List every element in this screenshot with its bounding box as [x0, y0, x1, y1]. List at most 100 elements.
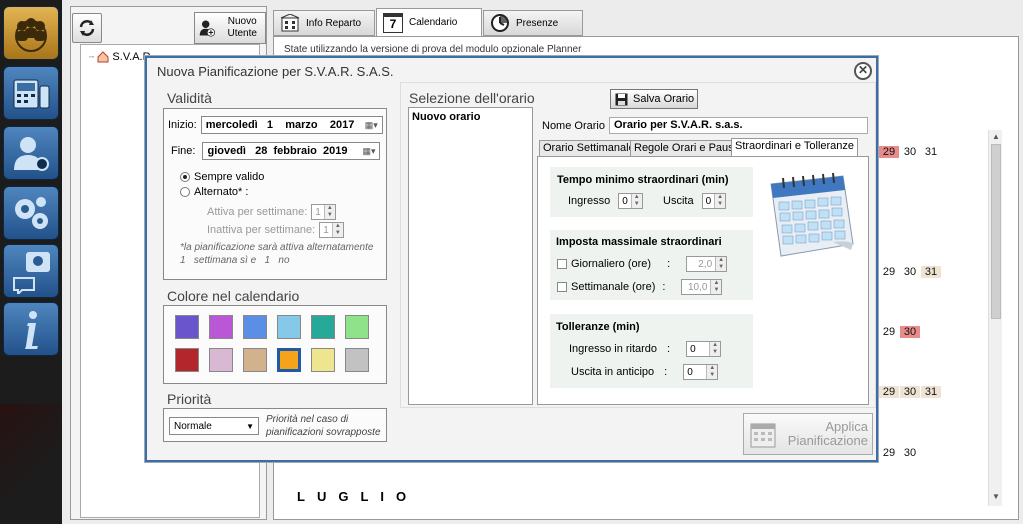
color-swatch[interactable] [209, 348, 233, 372]
start-date-picker[interactable]: mercoledì 1 marzo 2017 ▦▾ [200, 116, 383, 134]
calendar-day[interactable]: 30 [900, 146, 920, 158]
new-user-label: Nuovo Utente [227, 16, 257, 39]
color-swatch[interactable] [243, 315, 267, 339]
late-entry-stepper[interactable]: 0 ▲ ▼ [686, 341, 722, 357]
calendar-day[interactable]: 30 [900, 326, 920, 338]
support-chat-icon[interactable] [3, 244, 59, 298]
late-entry-row: Ingresso in ritardo : 0 ▲ ▼ [569, 341, 722, 357]
terminal-icon[interactable] [3, 66, 59, 120]
apply-planning-button[interactable]: Applica Pianificazione [743, 413, 873, 455]
schedule-list[interactable]: Nuovo orario [408, 107, 533, 405]
priority-select[interactable]: Normale ▼ [169, 417, 259, 435]
color-swatch[interactable] [277, 315, 301, 339]
apply-label-line2: Pianificazione [787, 433, 868, 448]
calendar-day[interactable]: 30 [900, 266, 920, 278]
calendar-day[interactable]: 29 [879, 146, 899, 158]
schedule-name-input[interactable]: Orario per S.V.A.R. s.a.s. [609, 117, 868, 134]
weekly-max-stepper[interactable]: 10,0 ▲ ▼ [681, 279, 723, 295]
overtime-exit-label: Uscita [663, 195, 694, 207]
end-date-picker[interactable]: giovedì 28 febbraio 2019 ▦▾ [202, 142, 381, 160]
radio-always-valid[interactable] [180, 172, 190, 182]
calendar-day[interactable]: 31 [921, 146, 941, 158]
calendar-dropdown-icon[interactable]: ▦▾ [362, 146, 375, 157]
stepper-arrows-icon[interactable]: ▲ ▼ [715, 257, 727, 271]
calendar-scrollbar[interactable]: ▲ ▼ [988, 130, 1002, 506]
color-swatch[interactable] [311, 348, 335, 372]
calendar-day[interactable]: 29 [879, 266, 899, 278]
daily-max-stepper[interactable]: 2,0 ▲ ▼ [686, 256, 728, 272]
active-weeks-stepper[interactable]: 1 ▲ ▼ [311, 204, 336, 220]
tab-label: Info Reparto [306, 17, 362, 29]
close-icon: ✕ [857, 63, 869, 77]
color-swatch[interactable] [345, 348, 369, 372]
tab-calendario[interactable]: 7 Calendario [376, 8, 482, 36]
color-swatch[interactable] [277, 348, 301, 372]
stepper-arrows-icon[interactable]: ▲ ▼ [714, 194, 726, 208]
stepper-arrows-icon[interactable]: ▲ ▼ [630, 194, 642, 208]
calendar-dropdown-icon[interactable]: ▦▾ [365, 120, 378, 131]
sidebar [0, 0, 62, 524]
weekly-max-checkbox[interactable] [557, 282, 567, 292]
calendar-day[interactable]: 29 [879, 447, 899, 459]
tab-presenze[interactable]: Presenze [483, 10, 583, 36]
scroll-up-icon[interactable]: ▲ [992, 132, 1000, 141]
color-swatch[interactable] [311, 315, 335, 339]
subtab-overtime[interactable]: Straordinari e Tolleranze [731, 138, 859, 157]
user-key-icon[interactable] [3, 126, 59, 180]
inactive-weeks-row: Inattiva per settimane: 1 ▲ ▼ [207, 222, 344, 238]
stepper-arrows-icon[interactable]: ▲ ▼ [323, 205, 335, 219]
stepper-arrows-icon[interactable]: ▲ ▼ [709, 342, 721, 356]
calendar-day[interactable]: 30 [900, 386, 920, 398]
color-swatch[interactable] [243, 348, 267, 372]
alternate-label: Alternato* : [194, 186, 249, 198]
daily-max-checkbox[interactable] [557, 259, 567, 269]
stepper-arrows-icon[interactable]: ▲ ▼ [706, 365, 718, 379]
tolerance-title: Tolleranze (min) [556, 321, 640, 333]
active-weeks-row: Attiva per settimane: 1 ▲ ▼ [207, 204, 336, 220]
radio-alternate[interactable] [180, 187, 190, 197]
early-exit-stepper[interactable]: 0 ▲ ▼ [683, 364, 719, 380]
weekly-max-row: Settimanale (ore) : 10,0 ▲ ▼ [557, 279, 723, 295]
calendar-row: 29 30 31 [879, 146, 942, 158]
refresh-icon [79, 20, 95, 36]
calendar-grid-icon [750, 423, 776, 448]
subtab-weekly[interactable]: Orario Settimanale [539, 140, 639, 157]
gears-icon[interactable] [3, 186, 59, 240]
subtab-rules[interactable]: Regole Orari e Pause [630, 140, 744, 157]
always-valid-option[interactable]: Sempre valido [180, 171, 264, 183]
apply-planning-label: Applica Pianificazione [784, 420, 868, 448]
save-schedule-button[interactable]: Salva Orario [610, 89, 698, 109]
scroll-thumb[interactable] [991, 144, 1001, 319]
close-button[interactable]: ✕ [854, 62, 872, 80]
stepper-arrows-icon[interactable]: ▲ ▼ [331, 223, 343, 237]
color-swatch[interactable] [175, 348, 199, 372]
overtime-min-title: Tempo minimo straordinari (min) [557, 174, 729, 186]
scroll-down-icon[interactable]: ▼ [992, 492, 1000, 501]
calendar-day[interactable]: 30 [900, 447, 920, 459]
inactive-weeks-stepper[interactable]: 1 ▲ ▼ [319, 222, 344, 238]
early-exit-label: Uscita in anticipo [571, 366, 655, 378]
overtime-exit-stepper[interactable]: 0 ▲ ▼ [701, 193, 727, 209]
color-swatch[interactable] [345, 315, 369, 339]
calendar-day[interactable]: 31 [921, 266, 941, 278]
alternate-option[interactable]: Alternato* : [180, 186, 248, 198]
calendar-day[interactable]: 29 [879, 326, 899, 338]
calendar-day[interactable]: 31 [921, 386, 941, 398]
refresh-button[interactable] [72, 13, 102, 43]
overtime-exit-value: 0 [705, 195, 712, 207]
calendar-row: 29 30 31 [879, 266, 942, 278]
tab-info-reparto[interactable]: Info Reparto [273, 10, 375, 36]
color-swatch[interactable] [175, 315, 199, 339]
overtime-entry-stepper[interactable]: 0 ▲ ▼ [618, 193, 643, 209]
weekly-max-label: Settimanale (ore) [571, 281, 656, 293]
color-swatch[interactable] [209, 315, 233, 339]
info-icon[interactable] [3, 302, 59, 356]
list-item[interactable]: Nuovo orario [409, 108, 532, 126]
new-user-button[interactable]: Nuovo Utente [194, 12, 266, 44]
calendar-day[interactable]: 29 [879, 386, 899, 398]
active-weeks-value: 1 [315, 206, 321, 218]
priority-title: Priorità [167, 391, 212, 407]
stepper-arrows-icon[interactable]: ▲ ▼ [710, 280, 722, 294]
chevron-down-icon: ▼ [246, 421, 254, 431]
users-group-icon[interactable] [3, 6, 59, 60]
